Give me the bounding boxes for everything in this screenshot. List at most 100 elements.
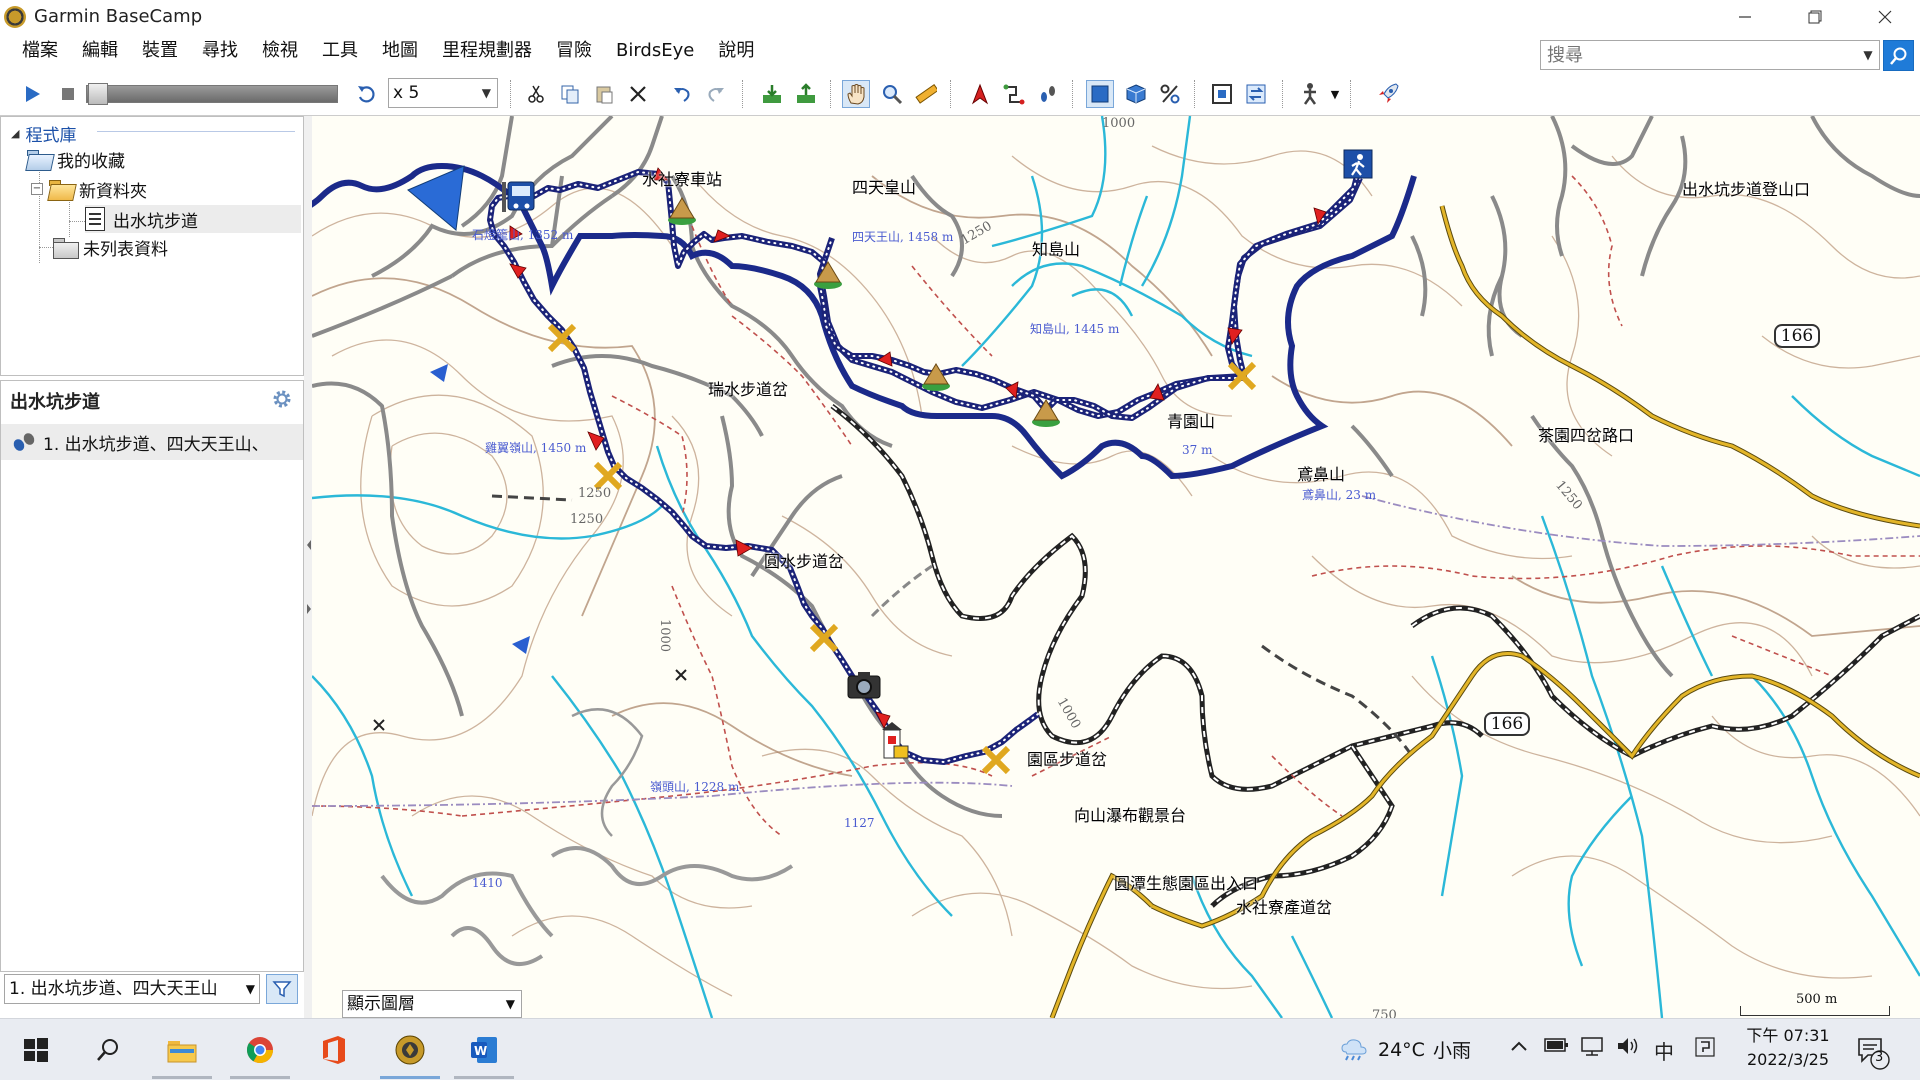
speed-select[interactable]: x 5 ▼ [388, 78, 498, 108]
contour-label: 1000 [1102, 116, 1136, 131]
word-taskbar-button[interactable]: W [462, 1028, 506, 1072]
menu-adventure[interactable]: 冒險 [544, 33, 604, 69]
start-button[interactable] [14, 1028, 58, 1072]
tree-item-trail-list[interactable]: 出水坑步道 [85, 205, 301, 233]
playback-slider[interactable] [86, 85, 338, 103]
camera-viewpoint-icon[interactable] [847, 672, 881, 699]
menu-edit[interactable]: 編輯 [70, 33, 130, 69]
map-view[interactable]: 水社寮車站 四天皇山 知島山 瑞水步道岔 青園山 鳶鼻山 茶園四岔路口 出水坑步… [312, 116, 1920, 1018]
junction-icon[interactable] [593, 461, 623, 491]
menu-find[interactable]: 尋找 [190, 33, 250, 69]
list-panel-title: 出水坑步道 [10, 392, 100, 413]
network-button[interactable] [1580, 1036, 1606, 1061]
menu-view[interactable]: 檢視 [250, 33, 310, 69]
summit-icon-知島山[interactable] [814, 261, 842, 289]
percent-icon [1160, 84, 1180, 104]
expand-right-arrow-icon[interactable] [307, 604, 311, 614]
library-header[interactable]: ◢ 程式庫 [11, 121, 76, 146]
junction-icon[interactable] [547, 323, 577, 353]
collapse-triangle-icon[interactable]: ◢ [11, 127, 19, 140]
hand-tool-button[interactable] [842, 80, 870, 108]
show-layers-select[interactable]: 顯示圖層 ▼ [342, 990, 522, 1018]
panel-splitter[interactable] [304, 116, 312, 1018]
play-button[interactable] [18, 80, 46, 108]
filter-button[interactable] [266, 974, 298, 1004]
undo-button[interactable] [668, 80, 696, 108]
volume-button[interactable] [1616, 1036, 1642, 1061]
profile-button[interactable] [1296, 80, 1324, 108]
junction-icon[interactable] [809, 623, 839, 653]
bus-station-icon[interactable] [502, 181, 535, 212]
collapse-minus-icon[interactable]: − [31, 183, 43, 195]
menu-tools[interactable]: 工具 [310, 33, 370, 69]
menu-map[interactable]: 地圖 [370, 33, 430, 69]
restore-button[interactable] [1780, 0, 1850, 33]
tree-item-my-collection[interactable]: 我的收藏 [25, 145, 125, 173]
battery-button[interactable] [1544, 1036, 1570, 1059]
copy-button[interactable] [556, 80, 584, 108]
junction-icon[interactable] [1227, 361, 1257, 391]
summit-icon-青園山[interactable] [922, 363, 950, 391]
weather-widget[interactable]: 24°C 小雨 [1340, 1036, 1471, 1063]
search-button[interactable] [1883, 40, 1914, 71]
cut-button[interactable] [522, 80, 550, 108]
tray-overflow-button[interactable] [1510, 1036, 1528, 1058]
zoom-tool-button[interactable] [878, 80, 906, 108]
collapse-left-arrow-icon[interactable] [307, 540, 311, 550]
menu-file[interactable]: 檔案 [10, 33, 70, 69]
new-waypoint-button[interactable] [966, 80, 994, 108]
hiker-profile-icon [1303, 83, 1317, 105]
elevation-label: 嶺頭山, 1228 m [650, 780, 740, 794]
map-view-2d-button[interactable] [1086, 80, 1114, 108]
replay-button[interactable] [352, 80, 380, 108]
profile-dropdown[interactable]: ▼ [1328, 80, 1342, 108]
close-button[interactable] [1850, 0, 1920, 33]
search-dropdown-icon[interactable]: ▼ [1857, 48, 1879, 62]
junction-icon[interactable] [981, 745, 1011, 775]
tree-item-unlisted-data[interactable]: 未列表資料 [51, 233, 168, 261]
redo-button[interactable] [702, 80, 730, 108]
trailhead-hiker-icon[interactable] [1343, 149, 1373, 179]
basecamp-taskbar-button[interactable] [388, 1028, 432, 1072]
playback-slider-thumb[interactable] [88, 83, 108, 105]
send-to-device-button[interactable] [792, 80, 820, 108]
quick-launch-button[interactable] [1374, 80, 1402, 108]
file-explorer-taskbar-button[interactable] [160, 1028, 204, 1072]
filter-select[interactable]: 1. 出水坑步道、四大天王山 ▼ [4, 974, 260, 1004]
toolbar-separator [1072, 80, 1073, 108]
chrome-taskbar-button[interactable] [238, 1028, 282, 1072]
minimize-button[interactable] [1710, 0, 1780, 33]
list-item[interactable]: 1. 出水坑步道、四大天王山、 [1, 424, 303, 460]
new-track-button[interactable] [1034, 80, 1062, 108]
clock[interactable]: 下午 07:31 2022/3/25 [1740, 1024, 1836, 1072]
menu-trip-planner[interactable]: 里程規劃器 [430, 33, 544, 69]
menu-birdseye[interactable]: BirdsEye [604, 33, 706, 69]
stop-button[interactable] [54, 80, 82, 108]
list-panel [0, 380, 304, 972]
ime-mode-button[interactable] [1694, 1036, 1716, 1063]
measure-tool-button[interactable] [912, 80, 940, 108]
sync-button[interactable] [1242, 80, 1270, 108]
notification-center-button[interactable]: 3 [1856, 1036, 1890, 1074]
map-percent-button[interactable] [1156, 80, 1184, 108]
ime-indicator[interactable]: 中 [1654, 1036, 1674, 1065]
summit-icon-四天皇山[interactable] [668, 197, 696, 225]
summit-icon-鳶鼻山[interactable] [1032, 399, 1060, 427]
search-taskbar-button[interactable] [86, 1028, 130, 1072]
tree-item-new-folder[interactable]: − 新資料夾 [31, 175, 147, 203]
spot-height-markers [373, 669, 687, 731]
new-route-button[interactable] [1000, 80, 1028, 108]
fit-view-button[interactable] [1208, 80, 1236, 108]
paste-button[interactable] [590, 80, 618, 108]
delete-button[interactable] [624, 80, 652, 108]
garmin-logo-icon [4, 5, 26, 28]
menu-help[interactable]: 說明 [706, 33, 766, 69]
list-settings-button[interactable] [270, 387, 294, 415]
map-view-3d-button[interactable] [1122, 80, 1150, 108]
receive-from-device-button[interactable] [758, 80, 786, 108]
park-entrance-icon[interactable] [882, 722, 909, 759]
search-input[interactable] [1541, 42, 1857, 68]
weather-temperature: 24°C [1378, 1038, 1425, 1061]
menu-device[interactable]: 裝置 [130, 33, 190, 69]
office-taskbar-button[interactable] [312, 1028, 356, 1072]
